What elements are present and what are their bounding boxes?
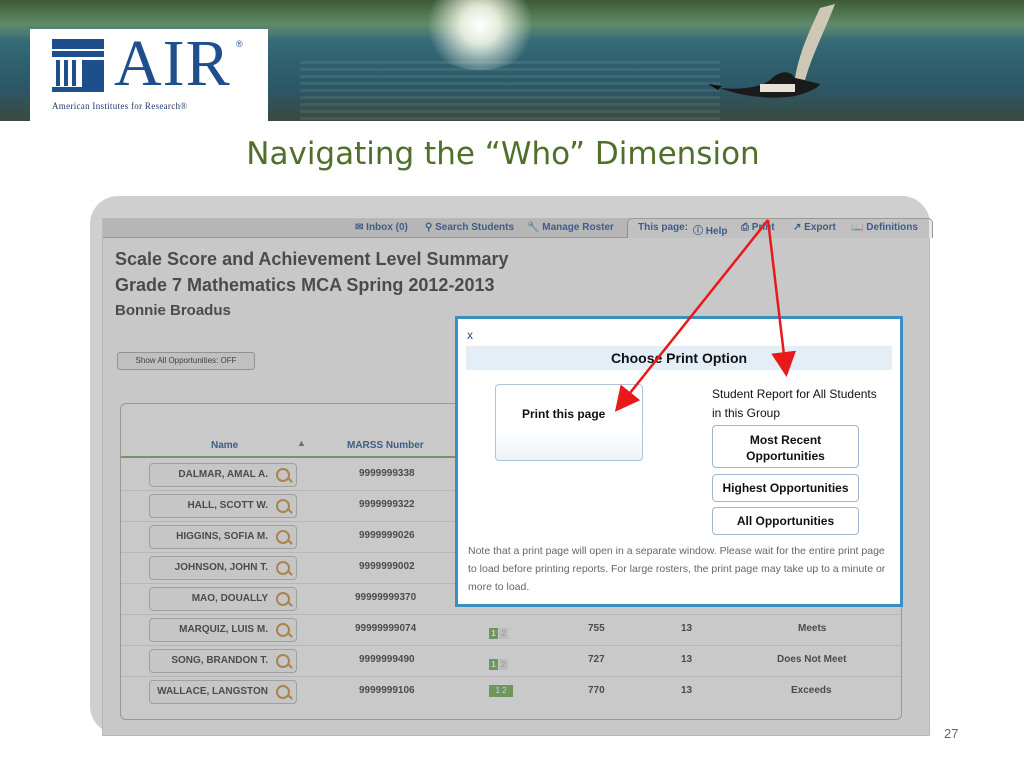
dialog-title: Choose Print Option xyxy=(466,346,892,370)
print-this-page-button[interactable]: Print this page xyxy=(495,384,643,461)
header-banner: AIR ® American Institutes for Research® xyxy=(0,0,1024,121)
air-logo: AIR ® American Institutes for Research® xyxy=(30,29,268,121)
all-opportunities-button[interactable]: All Opportunities xyxy=(712,507,859,535)
page-number: 27 xyxy=(944,726,959,741)
logo-wordmark: AIR xyxy=(114,27,231,100)
print-note: Note that a print page will open in a se… xyxy=(468,545,886,593)
logo-registered-mark: ® xyxy=(236,39,243,49)
banner-water-reflection xyxy=(300,60,720,120)
student-report-label: Student Report for All Students in this … xyxy=(712,387,877,420)
slide-title: Navigating the “Who” Dimension xyxy=(246,136,760,172)
building-icon xyxy=(52,39,104,92)
close-dialog-button[interactable]: x xyxy=(467,328,473,342)
print-option-dialog: x Choose Print Option Print this page St… xyxy=(455,316,903,607)
loon-image xyxy=(708,4,835,98)
highest-opportunities-button[interactable]: Highest Opportunities xyxy=(712,474,859,502)
logo-subtitle: American Institutes for Research® xyxy=(52,101,188,111)
most-recent-opportunities-button[interactable]: Most Recent Opportunities xyxy=(712,425,859,468)
